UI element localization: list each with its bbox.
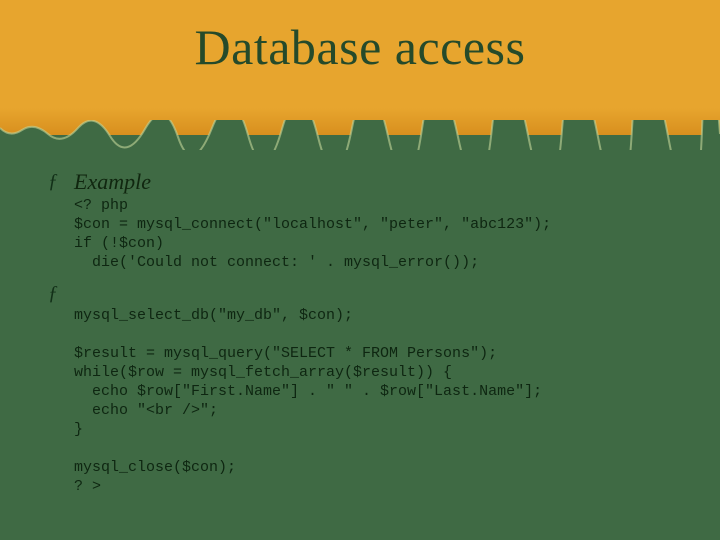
bullet-example: ƒ Example — [48, 170, 688, 194]
slide: Database access ƒ Example <? php $con = … — [0, 0, 720, 540]
slide-title: Database access — [0, 18, 720, 76]
slide-body: ƒ Example <? php $con = mysql_connect("l… — [48, 170, 688, 496]
bullet-icon: ƒ — [48, 282, 74, 304]
bullet-icon: ƒ — [48, 170, 74, 192]
bullet-continuation: ƒ — [48, 282, 688, 304]
code-block-2: mysql_select_db("my_db", $con); $result … — [74, 306, 688, 496]
bullet-label: Example — [74, 170, 151, 194]
code-block-1: <? php $con = mysql_connect("localhost",… — [74, 196, 688, 272]
